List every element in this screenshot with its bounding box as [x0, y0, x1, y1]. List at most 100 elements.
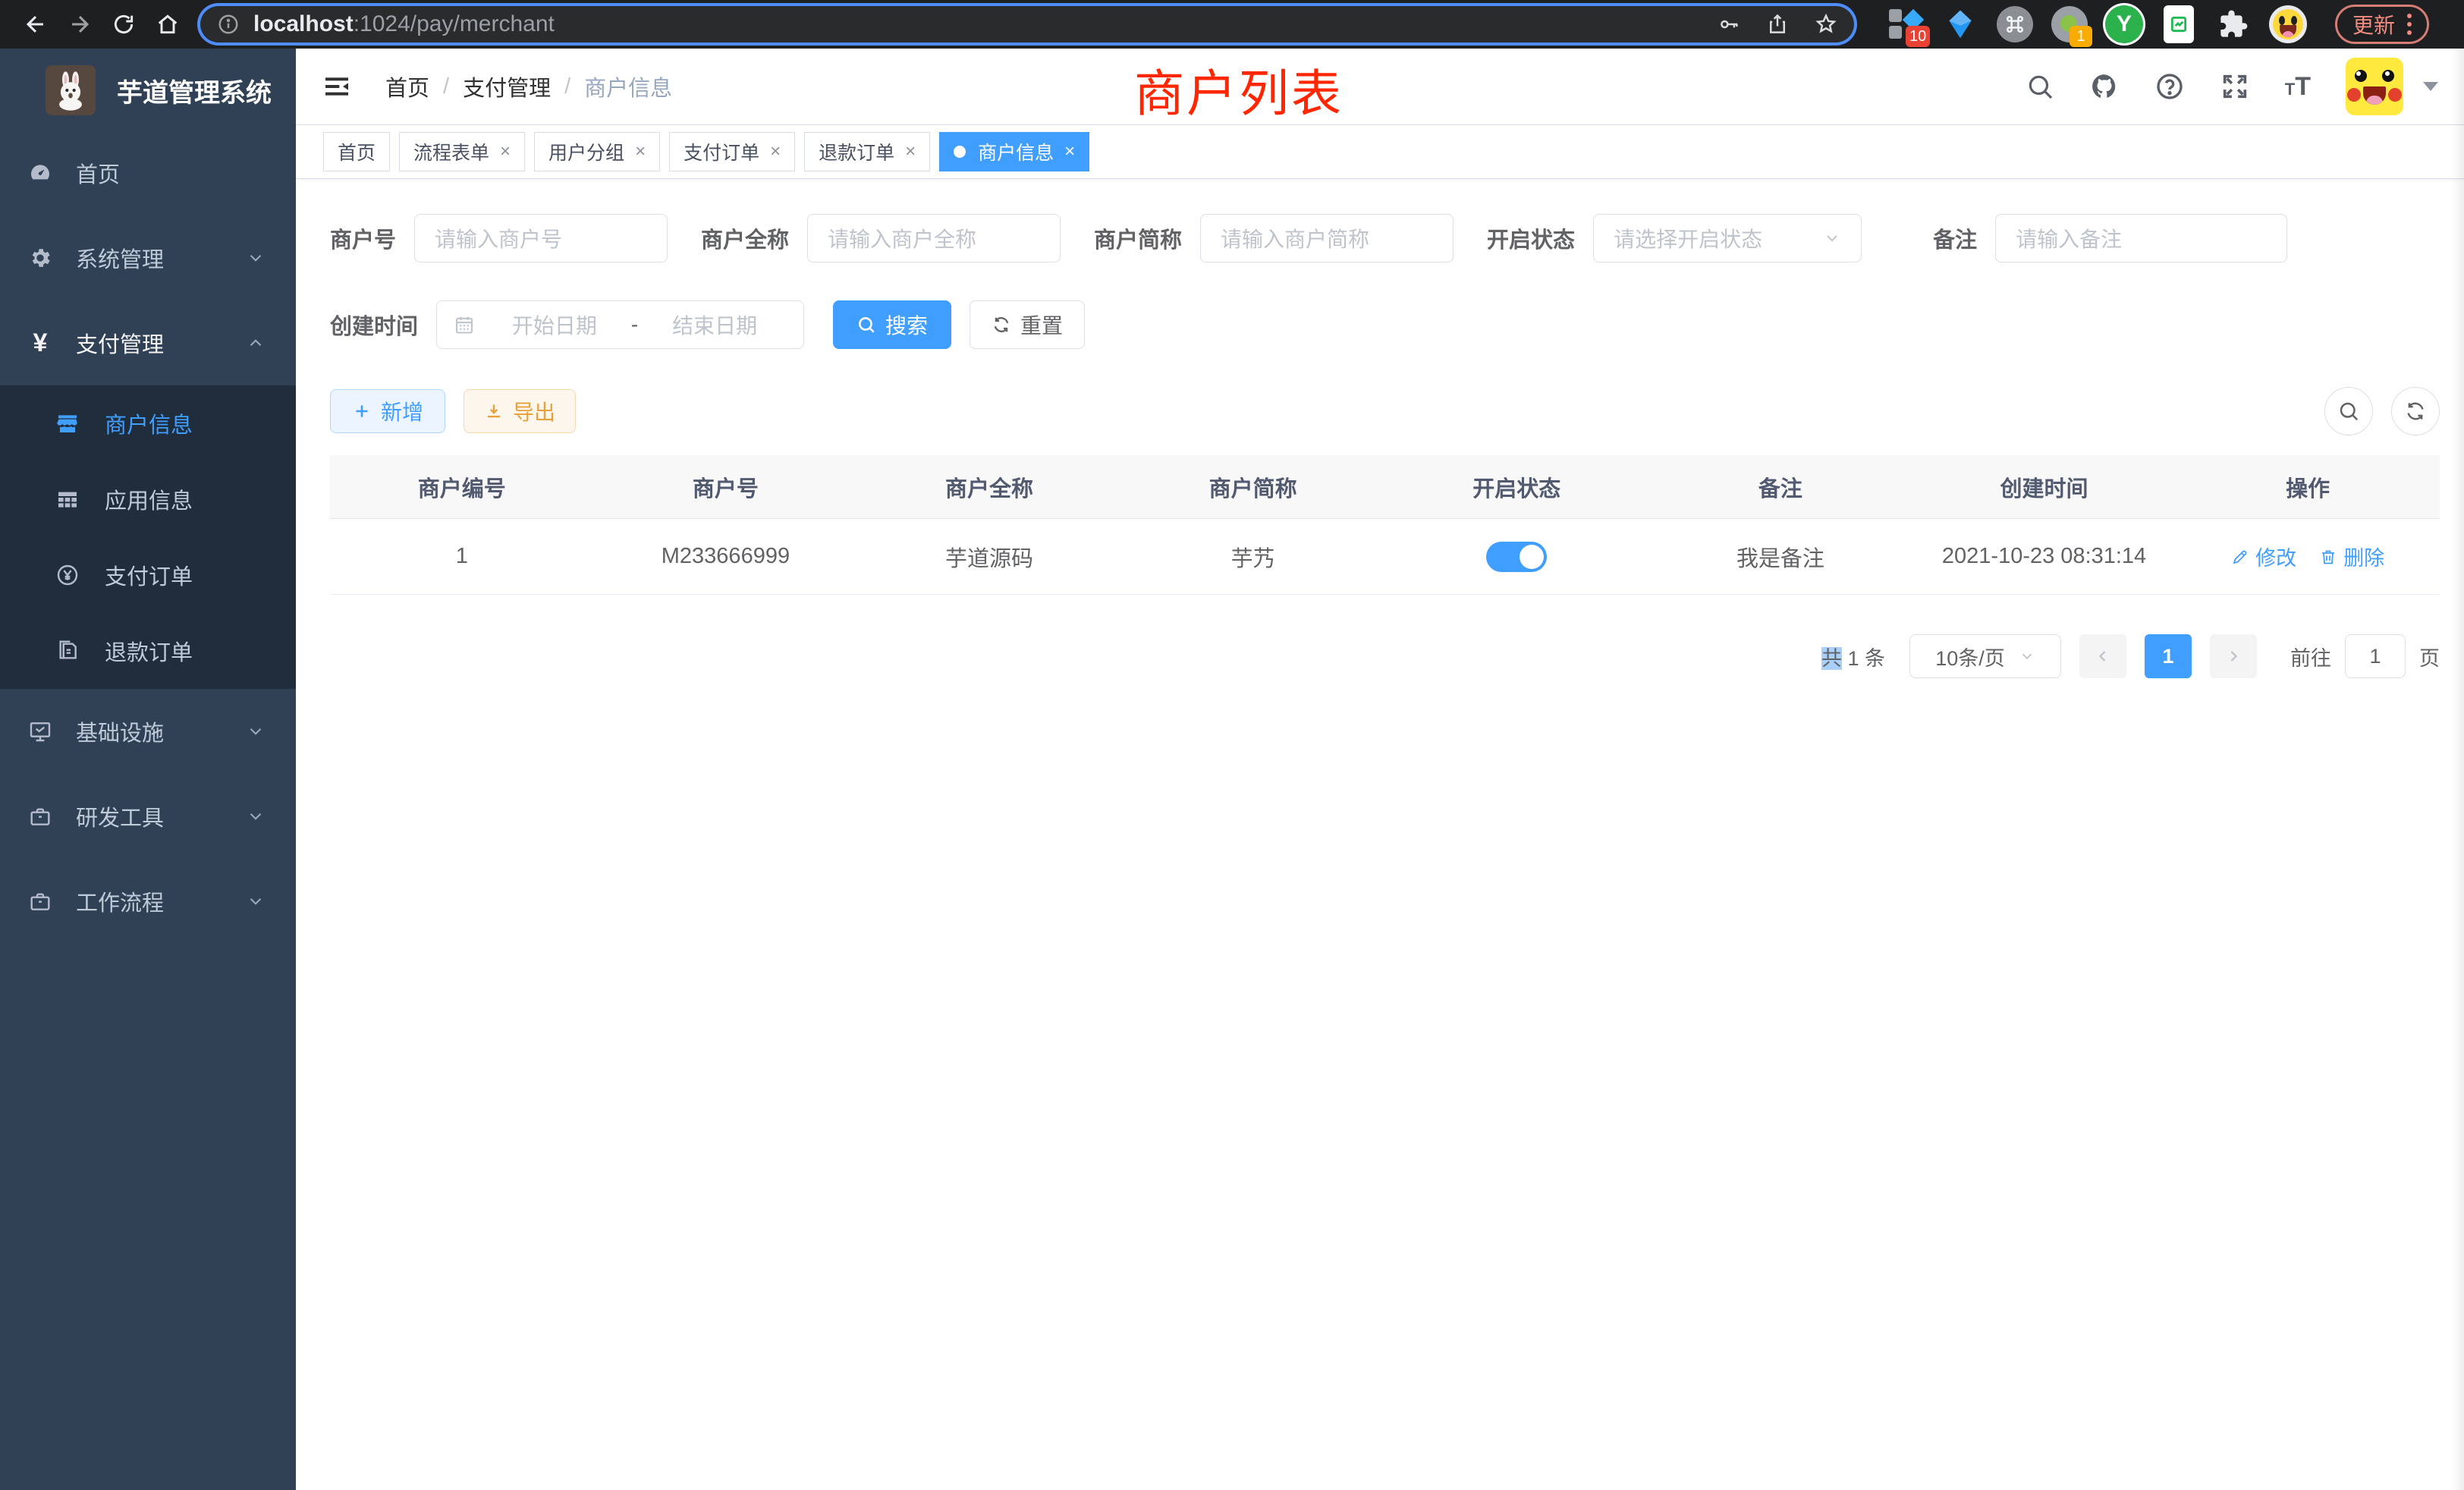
browser-reload-button[interactable] — [102, 2, 146, 46]
next-page-button[interactable] — [2210, 634, 2257, 678]
sidebar-fold-icon[interactable] — [322, 71, 352, 102]
sidebar-item-home[interactable]: 首页 — [0, 130, 296, 215]
browser-back-button[interactable] — [14, 2, 58, 46]
breadcrumb-home[interactable]: 首页 — [385, 71, 429, 102]
trash-icon — [2319, 548, 2337, 566]
sidebar-item-pay-order[interactable]: 支付订单 — [0, 537, 296, 613]
create-time-range-picker[interactable]: 开始日期 - 结束日期 — [436, 300, 804, 349]
col-short-name: 商户简称 — [1121, 471, 1385, 503]
refresh-icon — [2404, 400, 2427, 423]
status-label: 开启状态 — [1487, 222, 1575, 254]
prev-page-button[interactable] — [2079, 634, 2126, 678]
sidebar-item-pay[interactable]: ¥ 支付管理 — [0, 300, 296, 385]
extension-kite-icon[interactable] — [1941, 5, 1980, 44]
refund-doc-icon — [55, 639, 80, 663]
breadcrumb-pay[interactable]: 支付管理 — [463, 71, 551, 102]
extension-sheets-icon[interactable] — [2159, 5, 2198, 44]
reload-icon — [112, 12, 136, 36]
page-size-select[interactable]: 10条/页 — [1909, 634, 2061, 678]
sidebar: 芋道管理系统 首页 系统管理 ¥ 支付管理 — [0, 49, 296, 1490]
goto-page-input[interactable]: 1 — [2345, 634, 2406, 678]
goto-label: 前往 — [2290, 642, 2331, 671]
font-size-icon[interactable]: TT — [2285, 74, 2311, 99]
browser-update-menu-button[interactable]: 更新 — [2335, 5, 2429, 44]
sidebar-item-workflow[interactable]: 工作流程 — [0, 859, 296, 944]
remark-input[interactable]: 请输入备注 — [1995, 214, 2287, 262]
sidebar-item-dev-tools[interactable]: 研发工具 — [0, 774, 296, 859]
breadcrumb-current: 商户信息 — [584, 71, 672, 102]
search-button[interactable]: 搜索 — [833, 300, 951, 349]
chevron-up-icon — [246, 333, 266, 353]
yen-icon: ¥ — [27, 330, 53, 356]
delete-link[interactable]: 删除 — [2319, 542, 2384, 571]
status-toggle[interactable] — [1486, 542, 1547, 572]
start-date-input[interactable]: 开始日期 — [482, 310, 627, 340]
page-number-button[interactable]: 1 — [2145, 634, 2192, 678]
extension-recorder-icon[interactable]: 1 — [2050, 5, 2089, 44]
close-icon[interactable]: × — [1064, 141, 1075, 162]
edit-link[interactable]: 修改 — [2231, 542, 2296, 571]
page-unit-label: 页 — [2419, 642, 2440, 671]
tab-user-group[interactable]: 用户分组× — [534, 132, 660, 171]
pay-submenu: 商户信息 应用信息 支付订单 退款订单 — [0, 385, 296, 689]
search-icon[interactable] — [2026, 72, 2054, 101]
user-avatar[interactable] — [2346, 58, 2403, 115]
site-info-icon[interactable] — [217, 13, 240, 36]
table-row: 1 M233666999 芋道源码 芋艿 我是备注 2021-10-23 08:… — [330, 519, 2440, 595]
tab-flow-form[interactable]: 流程表单× — [399, 132, 525, 171]
scrollbar-strip[interactable] — [2452, 49, 2464, 1490]
monitor-icon — [27, 719, 53, 743]
col-full-name: 商户全称 — [857, 471, 1121, 503]
merchant-no-input[interactable]: 请输入商户号 — [414, 214, 668, 262]
refresh-table-button[interactable] — [2391, 387, 2440, 435]
download-icon — [484, 401, 504, 421]
tab-home[interactable]: 首页 — [323, 132, 390, 171]
sidebar-item-merchant-info[interactable]: 商户信息 — [0, 385, 296, 461]
pagination: 共 1 条 10条/页 1 前往 1 页 — [330, 634, 2440, 678]
chevron-down-icon — [246, 891, 266, 911]
extension-badge: 1 — [2070, 26, 2092, 47]
browser-forward-button[interactable] — [58, 2, 102, 46]
merchant-table: 商户编号 商户号 商户全称 商户简称 开启状态 备注 创建时间 操作 1 M23… — [330, 455, 2440, 595]
cell-remark: 我是备注 — [1648, 541, 1912, 573]
close-icon[interactable]: × — [905, 141, 916, 162]
search-icon — [2337, 400, 2360, 423]
end-date-input[interactable]: 结束日期 — [643, 310, 787, 340]
full-name-input[interactable]: 请输入商户全称 — [807, 214, 1061, 262]
show-search-toggle-button[interactable] — [2324, 387, 2373, 435]
browser-home-button[interactable] — [146, 2, 190, 46]
navbar-actions: TT — [2026, 58, 2438, 115]
sidebar-item-infra[interactable]: 基础设施 — [0, 689, 296, 774]
share-icon[interactable] — [1766, 13, 1789, 36]
password-key-icon[interactable] — [1718, 13, 1740, 36]
tab-pay-order[interactable]: 支付订单× — [669, 132, 795, 171]
export-button[interactable]: 导出 — [464, 389, 576, 433]
fullscreen-icon[interactable] — [2220, 71, 2250, 102]
extension-tasks-icon[interactable]: 10 — [1886, 5, 1925, 44]
tab-refund-order[interactable]: 退款订单× — [804, 132, 930, 171]
close-icon[interactable]: × — [770, 141, 781, 162]
address-bar[interactable]: localhost:1024/pay/merchant — [200, 6, 1854, 42]
table-header-row: 商户编号 商户号 商户全称 商户简称 开启状态 备注 创建时间 操作 — [330, 455, 2440, 519]
sidebar-item-refund-order[interactable]: 退款订单 — [0, 613, 296, 689]
reset-button[interactable]: 重置 — [970, 300, 1085, 349]
chevron-left-icon — [2094, 647, 2112, 665]
extension-command-icon[interactable] — [1995, 5, 2035, 44]
sidebar-item-app-info[interactable]: 应用信息 — [0, 461, 296, 537]
sidebar-item-system[interactable]: 系统管理 — [0, 215, 296, 300]
close-icon[interactable]: × — [500, 141, 511, 162]
status-select[interactable]: 请选择开启状态 — [1593, 214, 1862, 262]
short-name-input[interactable]: 请输入商户简称 — [1200, 214, 1454, 262]
avatar-caret-icon[interactable] — [2423, 82, 2438, 91]
help-icon[interactable] — [2154, 71, 2185, 102]
extensions-puzzle-icon[interactable] — [2214, 5, 2253, 44]
github-icon[interactable] — [2089, 71, 2120, 102]
tab-merchant-info[interactable]: 商户信息× — [939, 132, 1089, 171]
toolbox-icon — [27, 804, 53, 828]
bookmark-star-icon[interactable] — [1815, 13, 1837, 36]
close-icon[interactable]: × — [635, 141, 646, 162]
add-button[interactable]: 新增 — [330, 389, 445, 433]
extension-y-icon[interactable]: Y — [2104, 5, 2144, 44]
app-logo-row[interactable]: 芋道管理系统 — [0, 49, 296, 130]
browser-profile-avatar[interactable] — [2268, 5, 2308, 44]
